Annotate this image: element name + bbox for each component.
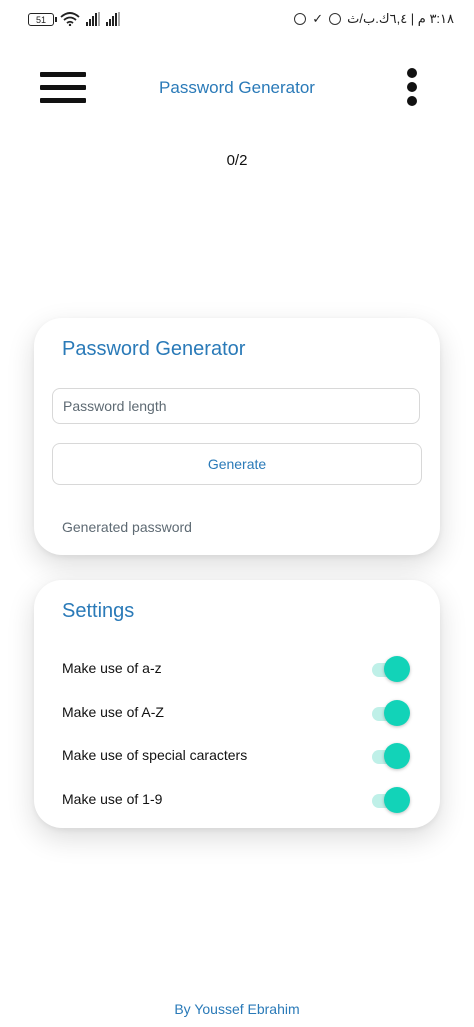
option-label: Make use of special caracters [62,747,248,763]
signal-1-icon [86,12,100,26]
option-label: Make use of A-Z [62,704,164,720]
generator-card-title: Password Generator [62,338,246,360]
generated-password-text: Generated password [62,519,192,535]
status-bar: 51 ✓ ٣:١٨ م | ٦,٤ك.ب/ث [0,0,474,40]
special-characters-toggle[interactable] [370,743,410,769]
option-label: Make use of 1-9 [62,791,163,807]
lowercase-toggle[interactable] [370,656,410,682]
status-left: 51 [28,12,120,26]
signal-2-icon [106,12,120,26]
wifi-icon [60,12,80,26]
option-row-uppercase: Make use of A-Z [62,698,412,728]
more-vertical-icon[interactable] [404,68,420,108]
option-row-digits: Make use of 1-9 [62,785,412,815]
attempt-counter: 0/2 [226,152,248,169]
app-title: Password Generator [159,78,315,97]
settings-card-title: Settings [62,600,135,622]
footer-credit: By Youssef Ebrahim [174,1001,300,1017]
uppercase-toggle[interactable] [370,700,410,726]
battery-level: 51 [35,14,46,25]
status-right: ✓ ٣:١٨ م | ٦,٤ك.ب/ث [294,11,454,27]
notification-icon [294,13,307,25]
whatsapp-icon [329,13,342,25]
option-row-special: Make use of special caracters [62,741,412,771]
password-length-input[interactable] [52,388,420,424]
settings-card: Settings Make use of a-z Make use of A-Z… [34,580,440,828]
battery-icon: 51 [28,12,57,26]
generate-button[interactable]: Generate [52,443,422,485]
app-bar: Password Generator [0,58,474,118]
option-label: Make use of a-z [62,660,162,676]
digits-toggle[interactable] [370,787,410,813]
status-time: ٣:١٨ م | ٦,٤ك.ب/ث [347,11,454,26]
check-icon: ✓ [312,11,324,26]
option-row-lowercase: Make use of a-z [62,654,412,684]
generator-card: Password Generator Generate Generated pa… [34,318,440,555]
